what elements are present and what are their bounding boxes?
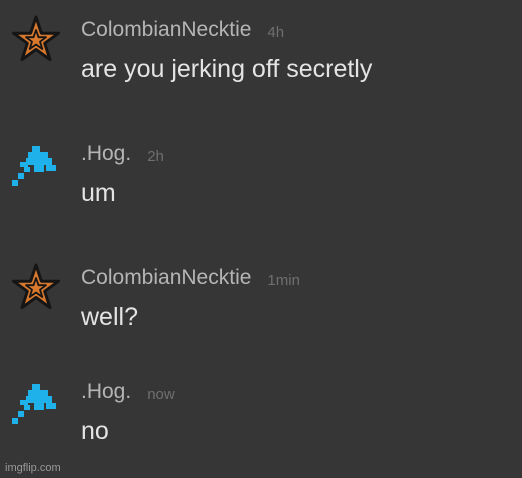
message-author[interactable]: ColombianNecktie [81, 266, 251, 289]
chat-message: ColombianNecktie 1min well? [0, 248, 522, 358]
orange-star-icon[interactable] [10, 262, 62, 314]
message-header: .Hog. now [81, 380, 175, 404]
message-author[interactable]: .Hog. [81, 142, 131, 165]
orange-star-icon[interactable] [10, 14, 62, 66]
blue-pixel-icon[interactable] [10, 376, 62, 428]
message-text: are you jerking off secretly [81, 55, 373, 83]
message-header: ColombianNecktie 4h [81, 18, 284, 42]
message-text: no [81, 417, 109, 445]
message-text: um [81, 179, 116, 207]
chat-message: .Hog. now no [0, 362, 522, 472]
chat-message: .Hog. 2h um [0, 124, 522, 234]
message-time: 1min [267, 272, 300, 289]
message-header: ColombianNecktie 1min [81, 266, 300, 290]
message-time: now [147, 386, 175, 403]
blue-pixel-icon[interactable] [10, 138, 62, 190]
message-header: .Hog. 2h [81, 142, 164, 166]
message-author[interactable]: ColombianNecktie [81, 18, 251, 41]
message-time: 4h [267, 24, 285, 41]
chat-message: ColombianNecktie 4h are you jerking off s… [0, 0, 522, 110]
message-text: well? [81, 303, 138, 331]
message-time: 2h [147, 148, 164, 165]
watermark: imgflip.com [5, 462, 61, 474]
message-author[interactable]: .Hog. [81, 380, 131, 403]
